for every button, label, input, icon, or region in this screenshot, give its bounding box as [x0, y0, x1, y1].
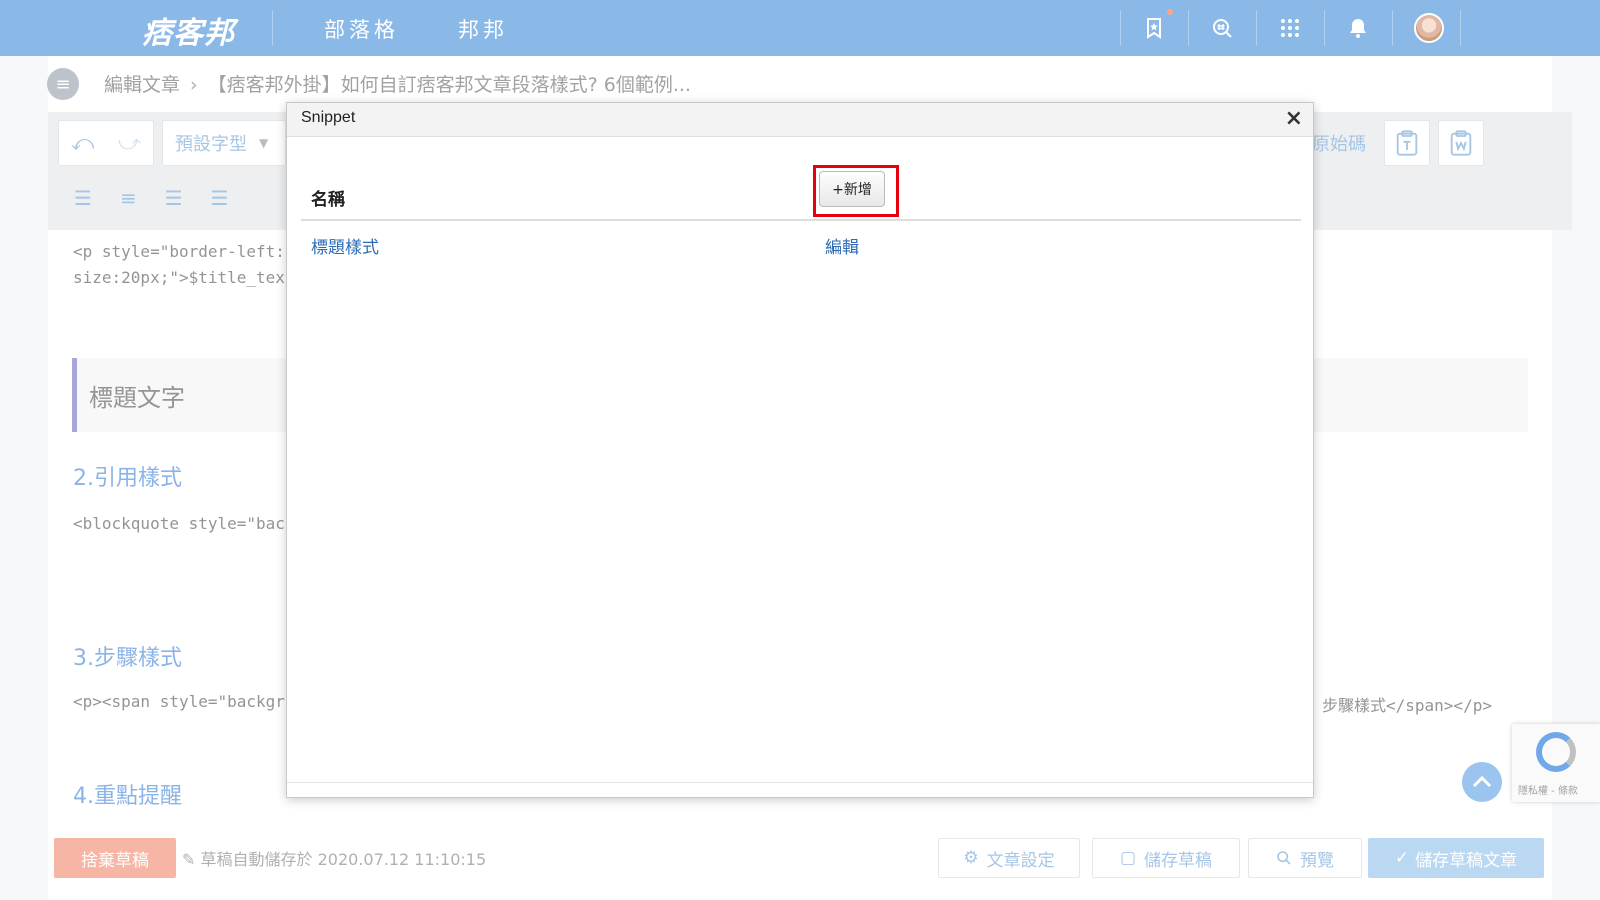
add-snippet-button[interactable]: +新增	[819, 171, 885, 207]
snippet-row-name[interactable]: 標題樣式	[311, 233, 379, 258]
table-divider	[301, 219, 1301, 221]
snippet-dialog: Snippet × 名稱 +新增 標題樣式 編輯	[286, 102, 1314, 798]
close-icon[interactable]: ×	[1285, 108, 1303, 130]
dialog-title: Snippet	[301, 109, 356, 126]
dialog-header: Snippet ×	[287, 103, 1313, 137]
column-header-name: 名稱	[311, 190, 345, 210]
snippet-edit-link[interactable]: 編輯	[825, 233, 859, 258]
dialog-footer-divider	[287, 782, 1313, 783]
